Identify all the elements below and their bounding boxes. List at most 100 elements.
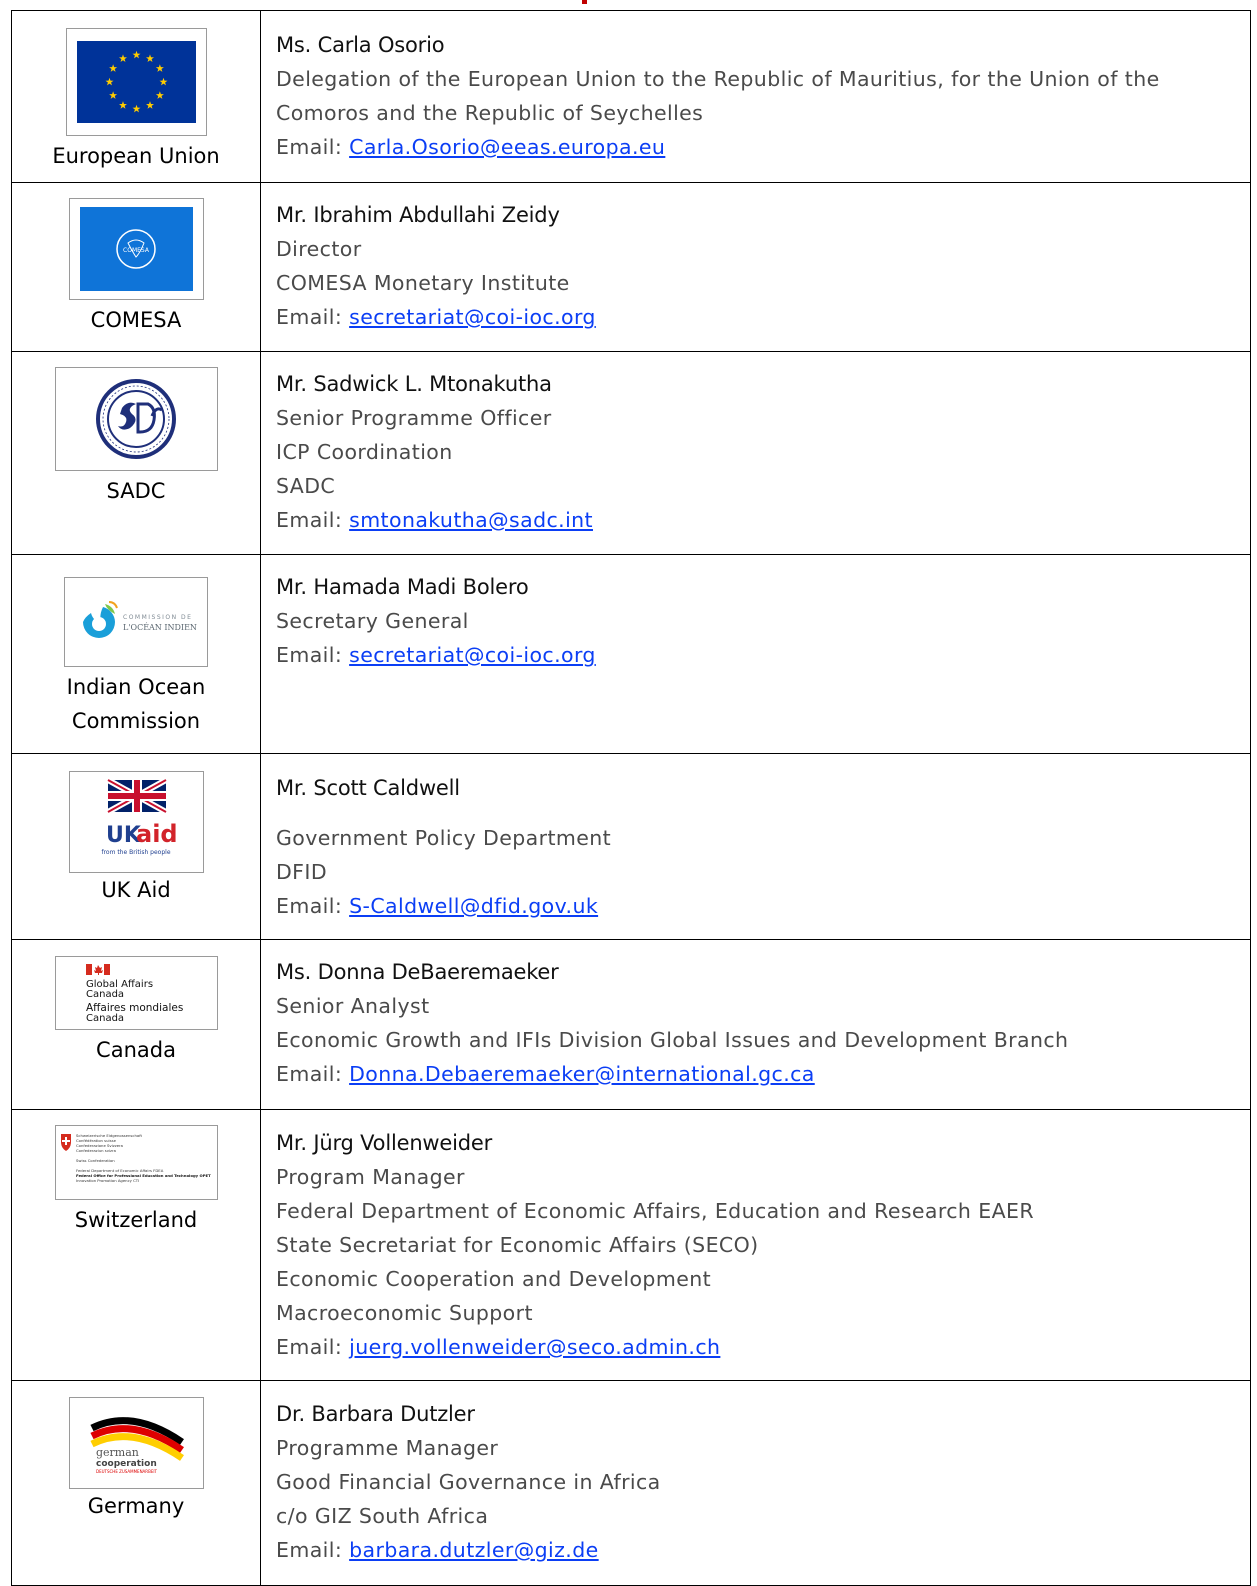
contact-line: SADC: [276, 474, 336, 498]
org-name: Germany: [87, 1494, 185, 1518]
email-line: Email: Carla.Osorio@eeas.europa.eu: [276, 130, 1250, 164]
email-line: Email: Donna.Debaeremaeker@international…: [276, 1057, 1250, 1091]
eu-flag-frame: [65, 28, 207, 136]
table-row-comesa: COMESA COMESA Mr. Ibrahim Abdullahi Zeid…: [11, 182, 1251, 352]
contact-line: Senior Programme Officer: [276, 406, 552, 430]
cropped-heading-fragment: [0, 0, 1257, 10]
table-row-sadc: SADC Mr. Sadwick L. Mtonakutha Senior Pr…: [11, 351, 1251, 555]
contact-line: DFID: [276, 860, 328, 884]
canada-logo-text-2: Canada: [86, 989, 124, 1000]
logo-cell: UK aid from the British people UK Aid: [11, 753, 261, 940]
ukaid-logo-icon: UK aid from the British people: [101, 777, 178, 856]
canada-logo-text-4: Canada: [86, 1013, 124, 1024]
contact-line: COMESA Monetary Institute: [276, 271, 570, 295]
german-cooperation-logo-frame: german cooperation DEUTSCHE ZUSAMMENARBE…: [68, 1397, 204, 1489]
org-name-line: Commission: [71, 709, 201, 733]
contact-line: Government Policy Department: [276, 826, 612, 850]
coi-logo-icon: COMMISSION DE L'OCÉAN INDIEN: [83, 601, 197, 638]
contact-line: Senior Analyst: [276, 994, 430, 1018]
swiss-logo-text-8: Innovation Promotion Agency CTI: [76, 1178, 139, 1183]
contact-line: Secretary General: [276, 609, 469, 633]
contact-info-cell: Mr. Jürg Vollenweider Program Manager Fe…: [260, 1109, 1251, 1381]
canada-logo-icon: Global Affairs Canada Affaires mondiales…: [85, 964, 183, 1024]
contact-info-cell: Mr. Scott Caldwell Government Policy Dep…: [260, 753, 1251, 940]
table-row-germany: german cooperation DEUTSCHE ZUSAMMENARBE…: [11, 1380, 1251, 1586]
table-row-european-union: European Union Ms. Carla Osorio Delegati…: [11, 10, 1251, 183]
contact-line: Economic Cooperation and Development: [276, 1267, 712, 1291]
red-title-fragment: [582, 0, 587, 4]
email-link[interactable]: Carla.Osorio@eeas.europa.eu: [349, 135, 665, 159]
table-row-uk-aid: UK aid from the British people UK Aid Mr…: [11, 753, 1251, 940]
email-link[interactable]: smtonakutha@sadc.int: [349, 508, 593, 532]
contact-name: Mr. Sadwick L. Mtonakutha: [276, 372, 552, 396]
email-link[interactable]: S-Caldwell@dfid.gov.uk: [349, 894, 598, 918]
contact-name: Mr. Jürg Vollenweider: [276, 1131, 493, 1155]
ukaid-logo-frame: UK aid from the British people: [68, 771, 204, 873]
contact-info-cell: Ms. Carla Osorio Delegation of the Europ…: [260, 10, 1251, 183]
email-line: Email: smtonakutha@sadc.int: [276, 503, 1250, 537]
canada-logo-frame: Global Affairs Canada Affaires mondiales…: [54, 956, 218, 1030]
contact-line: Program Manager: [276, 1165, 465, 1189]
contact-line: Programme Manager: [276, 1436, 499, 1460]
contact-name: Ms. Carla Osorio: [276, 33, 445, 57]
ukaid-logo-text-2: aid: [136, 820, 178, 848]
email-line: Email: juerg.vollenweider@seco.admin.ch: [276, 1330, 1250, 1364]
email-link[interactable]: Donna.Debaeremaeker@international.gc.ca: [349, 1062, 815, 1086]
email-label: Email:: [276, 1335, 350, 1359]
email-line: Email: barbara.dutzler@giz.de: [276, 1533, 1250, 1567]
contact-info-cell: Ms. Donna DeBaeremaeker Senior Analyst E…: [260, 939, 1251, 1110]
contact-info-cell: Mr. Sadwick L. Mtonakutha Senior Program…: [260, 351, 1251, 555]
email-link[interactable]: secretariat@coi-ioc.org: [349, 305, 596, 329]
german-logo-text-1: german: [96, 1446, 139, 1459]
contact-line: Macroeconomic Support: [276, 1301, 533, 1325]
org-name: SADC: [106, 479, 166, 503]
logo-cell: COMMISSION DE L'OCÉAN INDIEN Indian Ocea…: [11, 554, 261, 754]
email-line: Email: S-Caldwell@dfid.gov.uk: [276, 889, 1250, 923]
comesa-logo-icon: COMESA: [79, 207, 193, 291]
contact-name: Ms. Donna DeBaeremaeker: [276, 960, 559, 984]
email-link[interactable]: barbara.dutzler@giz.de: [349, 1538, 599, 1562]
eu-flag-icon: [76, 41, 196, 123]
comesa-logo-frame: COMESA: [68, 198, 204, 300]
contact-line: State Secretariat for Economic Affairs (…: [276, 1233, 759, 1257]
email-label: Email:: [276, 305, 350, 329]
contact-info-cell: Dr. Barbara Dutzler Programme Manager Go…: [260, 1380, 1251, 1586]
email-label: Email:: [276, 643, 350, 667]
logo-cell: Schweizerische Eidgenossenschaft Confédé…: [11, 1109, 261, 1381]
org-name: European Union: [52, 144, 220, 168]
org-name: Switzerland: [74, 1208, 198, 1232]
email-label: Email:: [276, 1538, 350, 1562]
swiss-logo-text-5: Swiss Confederation: [76, 1158, 115, 1163]
swiss-confederation-logo-icon: Schweizerische Eidgenossenschaft Confédé…: [60, 1133, 211, 1183]
email-label: Email:: [276, 135, 350, 159]
contact-name: Mr. Ibrahim Abdullahi Zeidy: [276, 203, 560, 227]
ukaid-logo-text-3: from the British people: [101, 849, 170, 856]
german-logo-text-3: DEUTSCHE ZUSAMMENARBEIT: [96, 1469, 158, 1474]
email-link[interactable]: secretariat@coi-ioc.org: [349, 643, 596, 667]
contact-line: Director: [276, 237, 362, 261]
contact-line: Delegation of the European Union to the …: [276, 67, 1160, 91]
email-label: Email:: [276, 508, 350, 532]
email-link[interactable]: juerg.vollenweider@seco.admin.ch: [349, 1335, 720, 1359]
contact-line: Federal Department of Economic Affairs, …: [276, 1199, 1035, 1223]
swiss-logo-text-4: Confederaziun svizra: [76, 1148, 116, 1153]
contact-name: Mr. Scott Caldwell: [276, 776, 460, 800]
coi-logo-text-1: COMMISSION DE: [123, 614, 192, 621]
contact-line: Good Financial Governance in Africa: [276, 1470, 661, 1494]
contact-line: Comoros and the Republic of Seychelles: [276, 101, 704, 125]
org-name: COMESA: [90, 308, 182, 332]
sadc-seal-frame: [54, 367, 218, 471]
logo-cell: COMESA COMESA: [11, 182, 261, 352]
email-label: Email:: [276, 894, 350, 918]
contact-info-cell: Mr. Hamada Madi Bolero Secretary General…: [260, 554, 1251, 754]
swiss-logo-frame: Schweizerische Eidgenossenschaft Confédé…: [54, 1125, 218, 1200]
coi-logo-frame: COMMISSION DE L'OCÉAN INDIEN: [64, 577, 208, 667]
coi-logo-text-2: L'OCÉAN INDIEN: [123, 623, 197, 632]
comesa-logo-text: COMESA: [123, 247, 150, 254]
org-name-line: Indian Ocean: [66, 675, 206, 699]
logo-cell: SADC: [11, 351, 261, 555]
email-line: Email: secretariat@coi-ioc.org: [276, 300, 1250, 334]
table-row-switzerland: Schweizerische Eidgenossenschaft Confédé…: [11, 1109, 1251, 1381]
contact-line: ICP Coordination: [276, 440, 453, 464]
